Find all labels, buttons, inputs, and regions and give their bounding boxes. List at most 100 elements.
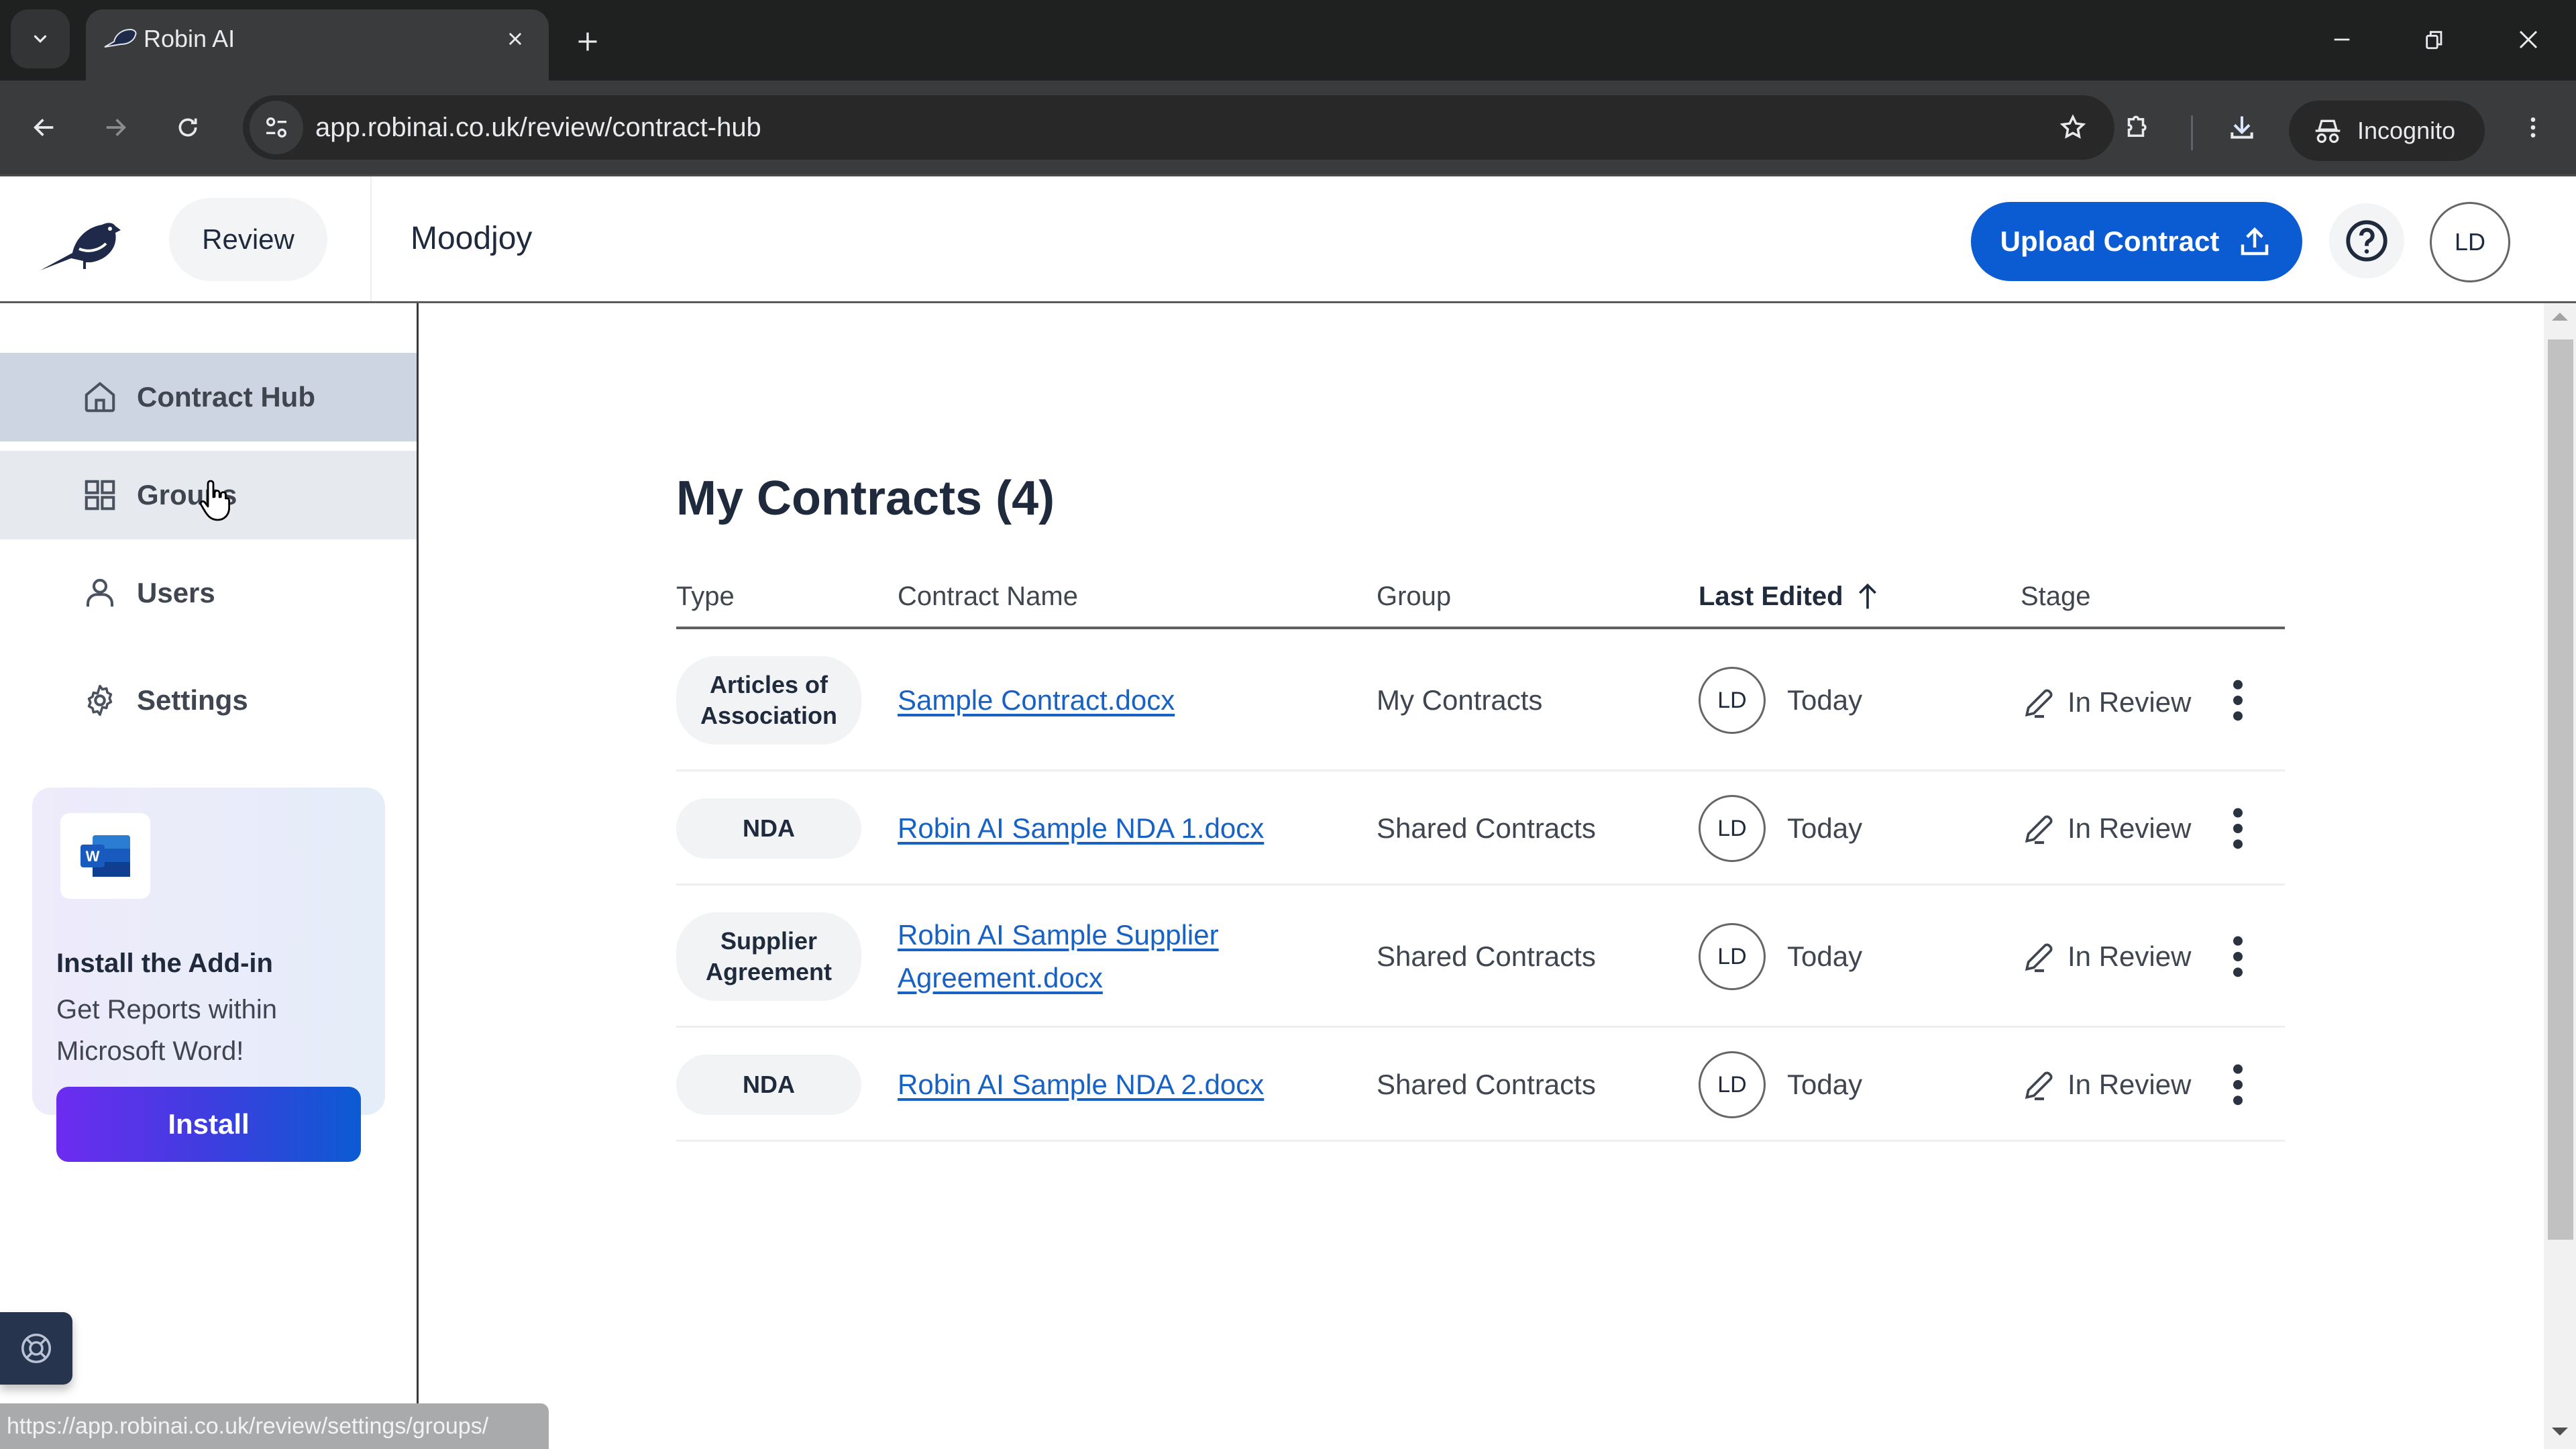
arrow-left-icon: [34, 119, 54, 136]
last-edited-cell: Today: [1787, 684, 1863, 716]
upload-contract-label: Upload Contract: [2000, 225, 2220, 257]
sidebar-item-users[interactable]: Users: [0, 549, 417, 637]
organization-name: Moodjoy: [411, 221, 533, 256]
install-addin-button[interactable]: Install: [56, 1087, 361, 1162]
support-button[interactable]: [0, 1312, 72, 1385]
stage-cell: In Review: [2021, 684, 2191, 721]
link-status-bubble: https://app.robinai.co.uk/review/setting…: [0, 1403, 549, 1449]
tab-search-button[interactable]: [11, 9, 70, 68]
table-row[interactable]: Articles of Association Sample Contract.…: [676, 629, 2285, 771]
sidebar-item-groups[interactable]: Groups: [0, 451, 417, 539]
robin-logo-icon[interactable]: [38, 214, 138, 274]
table-row[interactable]: NDA Robin AI Sample NDA 1.docx Shared Co…: [676, 771, 2285, 885]
incognito-label: Incognito: [2357, 117, 2456, 144]
tab-title: Robin AI: [144, 25, 235, 52]
help-button[interactable]: [2329, 203, 2404, 278]
row-more-button[interactable]: [2218, 670, 2258, 731]
app-header: Review Moodjoy Upload Contract LD: [0, 174, 2576, 303]
contract-name-link[interactable]: Robin AI Sample NDA 1.docx: [898, 807, 1273, 850]
addin-title: Install the Add-in: [56, 949, 273, 978]
column-header-type[interactable]: Type: [676, 580, 735, 613]
page-title: My Contracts (4): [676, 472, 1055, 525]
column-header-stage[interactable]: Stage: [2021, 580, 2091, 613]
contract-name-link[interactable]: Robin AI Sample Supplier Agreement.docx: [898, 914, 1246, 1000]
more-vertical-icon: [2530, 117, 2536, 138]
close-icon: [508, 32, 522, 46]
back-button[interactable]: [20, 103, 68, 152]
tab-close-button[interactable]: [498, 21, 533, 56]
user-avatar-button[interactable]: LD: [2430, 202, 2510, 282]
minimize-button[interactable]: [2312, 16, 2372, 63]
group-cell: Shared Contracts: [1377, 941, 1596, 972]
new-tab-button[interactable]: [568, 21, 608, 62]
minimize-icon: [2334, 38, 2350, 41]
forward-button[interactable]: [91, 103, 140, 152]
stage-cell: In Review: [2021, 1066, 2191, 1104]
download-icon: [2231, 116, 2253, 139]
lifebuoy-icon: [21, 1333, 52, 1364]
group-cell: Shared Contracts: [1377, 1069, 1596, 1100]
sidebar-item-label: Groups: [137, 479, 237, 511]
upload-contract-button[interactable]: Upload Contract: [1971, 202, 2302, 281]
table-row[interactable]: NDA Robin AI Sample NDA 2.docx Shared Co…: [676, 1028, 2285, 1142]
sort-ascending-arrow-icon: [1858, 583, 1876, 609]
plus-icon: [578, 32, 597, 51]
header-divider: [370, 176, 372, 301]
addin-promo-card: W Install the Add-in Get Reports within …: [32, 788, 385, 1162]
tune-icon: [266, 117, 286, 138]
stage-label: In Review: [2068, 812, 2192, 844]
scroll-up-arrow-icon[interactable]: [2552, 313, 2568, 321]
downloads-button[interactable]: [2218, 103, 2266, 152]
last-edited-cell: Today: [1787, 1069, 1863, 1100]
incognito-indicator[interactable]: Incognito: [2289, 101, 2485, 161]
contract-name-link[interactable]: Robin AI Sample NDA 2.docx: [898, 1063, 1273, 1106]
pencil-icon: [2025, 1071, 2053, 1101]
table-row[interactable]: Supplier Agreement Robin AI Sample Suppl…: [676, 885, 2285, 1028]
reload-icon: [178, 118, 197, 137]
row-more-button[interactable]: [2218, 926, 2258, 987]
upload-icon: [2241, 227, 2269, 256]
contract-name-link[interactable]: Sample Contract.docx: [898, 679, 1273, 722]
page-scrollbar[interactable]: [2544, 303, 2576, 1449]
sidebar: Contract Hub Groups Users Settings W Ins: [0, 303, 419, 1449]
grid-icon: [82, 477, 118, 513]
scrollbar-thumb[interactable]: [2548, 339, 2573, 1240]
browser-tab-active[interactable]: Robin AI: [86, 9, 549, 80]
more-vertical-icon: [2233, 1064, 2243, 1106]
bookmark-button[interactable]: [2050, 105, 2096, 150]
stage-label: In Review: [2068, 941, 2192, 972]
robin-favicon-icon: [104, 28, 137, 48]
last-edited-cell: Today: [1787, 812, 1863, 844]
stage-label: In Review: [2068, 686, 2192, 718]
column-header-group[interactable]: Group: [1377, 580, 1451, 613]
word-logo-tile: W: [60, 813, 150, 899]
review-product-button[interactable]: Review: [169, 198, 327, 281]
extensions-button[interactable]: [2112, 103, 2160, 152]
scroll-down-arrow-icon[interactable]: [2552, 1428, 2568, 1436]
address-bar[interactable]: app.robinai.co.uk/review/contract-hub: [243, 95, 2114, 160]
reload-button[interactable]: [164, 103, 212, 152]
pencil-icon: [2025, 815, 2053, 845]
stage-cell: In Review: [2021, 810, 2191, 847]
gear-icon: [82, 682, 118, 718]
column-header-contract-name[interactable]: Contract Name: [898, 580, 1078, 613]
addin-description: Get Reports within Microsoft Word!: [56, 995, 278, 1066]
sidebar-item-settings[interactable]: Settings: [0, 656, 417, 745]
chevron-down-icon: [34, 35, 47, 44]
url-text[interactable]: app.robinai.co.uk/review/contract-hub: [315, 111, 761, 144]
sidebar-item-label: Settings: [137, 684, 248, 716]
site-info-button[interactable]: [250, 101, 303, 154]
row-more-button[interactable]: [2218, 1055, 2258, 1115]
user-icon: [82, 575, 118, 611]
editor-avatar: LD: [1699, 1051, 1766, 1118]
row-more-button[interactable]: [2218, 798, 2258, 859]
sidebar-item-contract-hub[interactable]: Contract Hub: [0, 353, 417, 441]
table-header: Type Contract Name Group Last Edited Sta…: [676, 569, 2285, 629]
restore-button[interactable]: [2404, 16, 2465, 63]
sidebar-item-label: Contract Hub: [137, 381, 315, 413]
column-header-last-edited[interactable]: Last Edited: [1699, 580, 1881, 613]
more-vertical-icon: [2233, 680, 2243, 721]
window-close-button[interactable]: [2498, 16, 2559, 63]
star-icon: [2059, 114, 2086, 139]
browser-menu-button[interactable]: [2509, 103, 2557, 152]
